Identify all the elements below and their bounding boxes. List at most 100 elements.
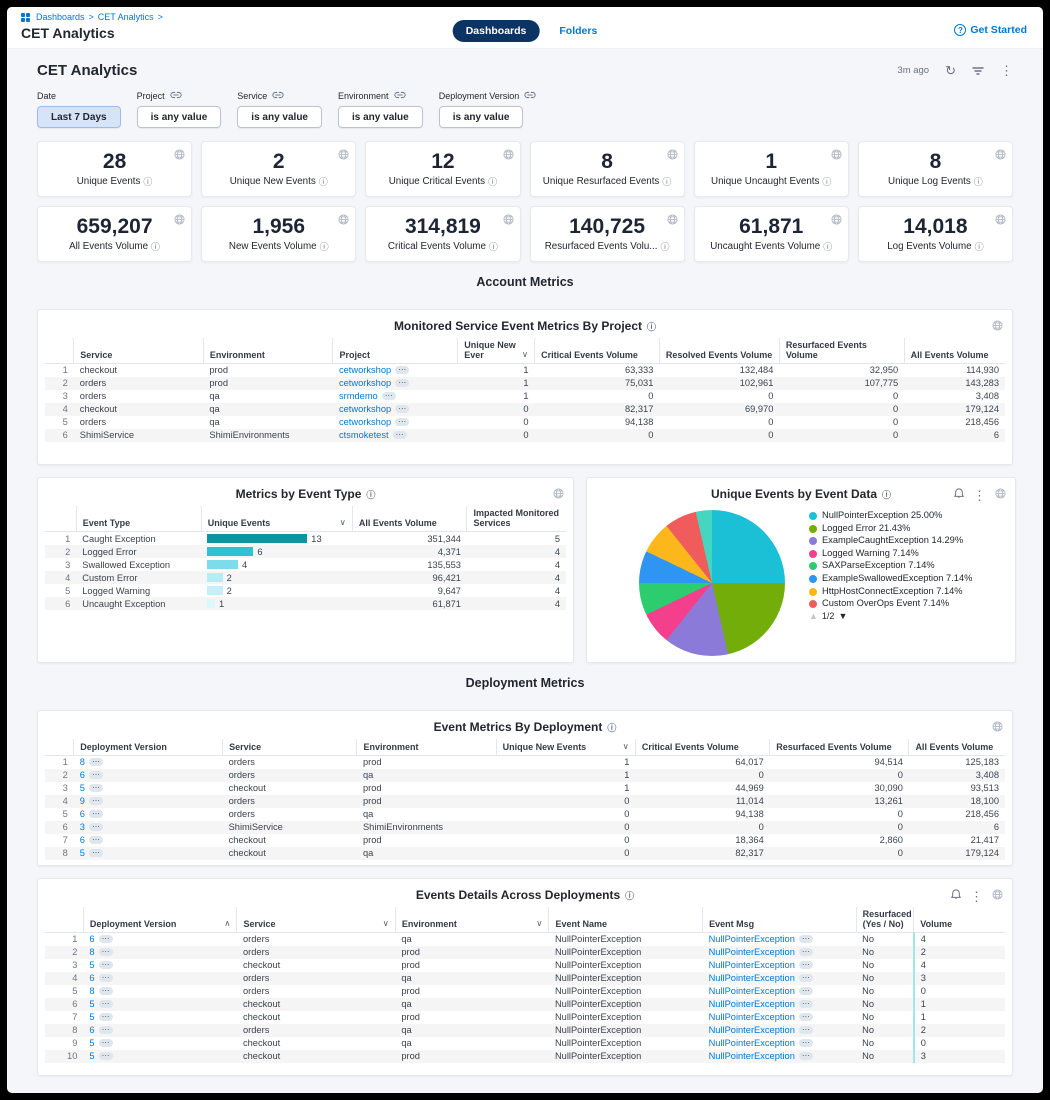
cell-link[interactable]: 8 (89, 947, 94, 957)
column-header[interactable]: All Events Volume (904, 338, 1005, 364)
column-header[interactable]: Environment (203, 338, 333, 364)
info-icon[interactable]: ⓘ (647, 320, 656, 333)
link-icon[interactable] (170, 91, 182, 101)
info-icon[interactable]: ⓘ (882, 488, 891, 501)
column-header[interactable]: Deployment Version (74, 739, 223, 756)
column-header[interactable]: Event Msg (703, 907, 857, 933)
ellipsis-pill[interactable]: ⋯ (799, 1000, 813, 1008)
ellipsis-pill[interactable]: ⋯ (89, 836, 103, 844)
ellipsis-pill[interactable]: ⋯ (89, 849, 103, 857)
ellipsis-pill[interactable]: ⋯ (99, 1000, 113, 1008)
filter-value-chip[interactable]: is any value (439, 106, 524, 128)
ellipsis-pill[interactable]: ⋯ (99, 948, 113, 956)
sort-icon[interactable]: ∨ (340, 517, 346, 528)
ellipsis-pill[interactable]: ⋯ (395, 418, 409, 426)
cell-link[interactable]: 8 (89, 986, 94, 996)
ellipsis-pill[interactable]: ⋯ (89, 823, 103, 831)
globe-icon[interactable] (174, 147, 185, 165)
tab-folders[interactable]: Folders (559, 25, 597, 37)
kebab-menu-icon[interactable]: ⋮ (1000, 64, 1013, 77)
link-icon[interactable] (272, 91, 284, 101)
column-header[interactable]: Critical Events Volume (535, 338, 660, 364)
info-icon[interactable]: ⓘ (366, 488, 375, 501)
info-icon[interactable]: ⓘ (660, 240, 669, 253)
column-header[interactable]: Unique Events∨ (201, 506, 352, 532)
bell-icon[interactable] (951, 887, 961, 905)
globe-icon[interactable] (992, 719, 1003, 737)
globe-icon[interactable] (995, 212, 1006, 230)
ellipsis-pill[interactable]: ⋯ (99, 1052, 113, 1060)
cell-link[interactable]: NullPointerException (709, 934, 795, 944)
cell-link[interactable]: NullPointerException (709, 1025, 795, 1035)
cell-link[interactable]: 8 (80, 757, 85, 767)
ellipsis-pill[interactable]: ⋯ (99, 1013, 113, 1021)
ellipsis-pill[interactable]: ⋯ (89, 771, 103, 779)
ellipsis-pill[interactable]: ⋯ (799, 1013, 813, 1021)
globe-icon[interactable] (503, 147, 514, 165)
info-icon[interactable]: ⓘ (625, 889, 634, 902)
ellipsis-pill[interactable]: ⋯ (395, 405, 409, 413)
ellipsis-pill[interactable]: ⋯ (89, 784, 103, 792)
ellipsis-pill[interactable]: ⋯ (799, 1052, 813, 1060)
legend-item[interactable]: NullPointerException 25.00% (809, 510, 1005, 522)
legend-item[interactable]: ExampleCaughtException 14.29% (809, 535, 1005, 547)
cell-link[interactable]: 9 (80, 796, 85, 806)
column-header[interactable]: Service (74, 338, 204, 364)
legend-item[interactable]: SAXParseException 7.14% (809, 560, 1005, 572)
filter-value-chip[interactable]: Last 7 Days (37, 106, 121, 128)
ellipsis-pill[interactable]: ⋯ (89, 810, 103, 818)
legend-item[interactable]: Logged Error 21.43% (809, 523, 1005, 535)
info-icon[interactable]: ⓘ (607, 721, 616, 734)
globe-icon[interactable] (992, 887, 1003, 905)
kebab-menu-icon[interactable]: ⋮ (970, 890, 983, 903)
ellipsis-pill[interactable]: ⋯ (799, 935, 813, 943)
column-header[interactable]: Unique New Events∨ (496, 739, 635, 756)
globe-icon[interactable] (174, 212, 185, 230)
info-icon[interactable]: ⓘ (151, 240, 160, 253)
cell-link[interactable]: 5 (89, 1038, 94, 1048)
legend-item[interactable]: Custom OverOps Event 7.14% (809, 598, 1005, 610)
link-icon[interactable] (524, 91, 536, 101)
info-icon[interactable]: ⓘ (974, 175, 983, 188)
cell-link[interactable]: 5 (89, 1051, 94, 1061)
column-header[interactable]: Environment∨ (395, 907, 549, 933)
column-header[interactable]: Resurfaced(Yes / No) (856, 907, 914, 933)
breadcrumb-cet-analytics[interactable]: CET Analytics (98, 12, 154, 22)
sort-icon[interactable]: ∧ (224, 918, 230, 929)
cell-link[interactable]: ctsmoketest (339, 430, 389, 440)
column-header[interactable]: Event Name (549, 907, 703, 933)
globe-icon[interactable] (992, 318, 1003, 336)
filter-value-chip[interactable]: is any value (237, 106, 322, 128)
ellipsis-pill[interactable]: ⋯ (799, 948, 813, 956)
ellipsis-pill[interactable]: ⋯ (99, 935, 113, 943)
cell-link[interactable]: 6 (80, 770, 85, 780)
cell-link[interactable]: srmdemo (339, 391, 378, 401)
filter-value-chip[interactable]: is any value (338, 106, 423, 128)
column-header[interactable]: Service∨ (237, 907, 395, 933)
cell-link[interactable]: NullPointerException (709, 999, 795, 1009)
cell-link[interactable]: NullPointerException (709, 973, 795, 983)
column-header[interactable]: Event Type (76, 506, 201, 532)
sort-icon[interactable]: ∨ (623, 741, 629, 752)
ellipsis-pill[interactable]: ⋯ (395, 379, 409, 387)
cell-link[interactable]: cetworkshop (339, 417, 391, 427)
ellipsis-pill[interactable]: ⋯ (799, 1039, 813, 1047)
cell-link[interactable]: 5 (89, 1012, 94, 1022)
column-header[interactable]: Resurfaced Events Volume (770, 739, 909, 756)
kebab-menu-icon[interactable]: ⋮ (973, 489, 986, 502)
ellipsis-pill[interactable]: ⋯ (99, 987, 113, 995)
refresh-icon[interactable]: ↻ (945, 64, 956, 77)
column-header[interactable]: Service (223, 739, 357, 756)
column-header[interactable]: Deployment Version∧ (83, 907, 237, 933)
cell-link[interactable]: 5 (80, 783, 85, 793)
column-header[interactable]: Unique New Ever∨ (458, 338, 535, 364)
cell-link[interactable]: NullPointerException (709, 947, 795, 957)
globe-icon[interactable] (503, 212, 514, 230)
cell-link[interactable]: 5 (80, 848, 85, 858)
cell-link[interactable]: NullPointerException (709, 960, 795, 970)
cell-link[interactable]: 6 (80, 835, 85, 845)
cell-link[interactable]: NullPointerException (709, 1012, 795, 1022)
globe-icon[interactable] (995, 486, 1006, 504)
info-icon[interactable]: ⓘ (662, 175, 671, 188)
globe-icon[interactable] (338, 147, 349, 165)
